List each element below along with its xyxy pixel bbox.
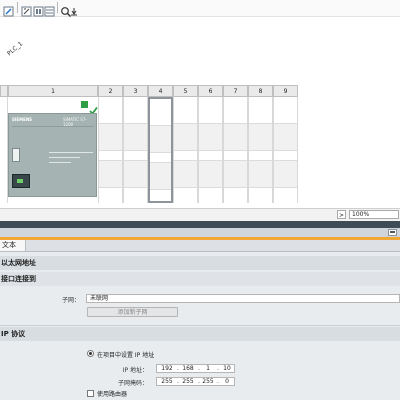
editor-toolbar: [0, 0, 400, 17]
use-router-checkbox[interactable]: [87, 390, 94, 397]
zoom-level-field[interactable]: 100%: [349, 210, 399, 219]
set-ip-in-project-label: 在项目中设置 IP 地址: [97, 352, 155, 359]
cpu-brand: SIEMENS: [12, 117, 33, 122]
rack-column-header[interactable]: 2: [98, 85, 123, 97]
edit-icon[interactable]: [3, 2, 15, 17]
ip-address-field[interactable]: 192 . 168 . 1 . 10: [156, 364, 235, 373]
cpu-status-leds: [12, 148, 20, 162]
rack-slot[interactable]: [198, 97, 223, 203]
mask-octet-4[interactable]: 0: [218, 378, 236, 386]
section-ip-protocol[interactable]: IP 协议: [0, 327, 400, 341]
rack-slot[interactable]: [223, 97, 248, 203]
rack-column-header[interactable]: 8: [248, 85, 273, 97]
rack-column-header[interactable]: 4: [148, 85, 173, 97]
inspector-tab-bar: [0, 228, 400, 237]
ip-octet-2[interactable]: 168: [179, 365, 197, 373]
tab-text[interactable]: 文本: [0, 240, 26, 251]
subnet-mask-label: 子网掩码：: [117, 380, 148, 387]
ethernet-port-icon[interactable]: [12, 174, 30, 188]
add-new-subnet-button[interactable]: 添加新子网: [87, 307, 178, 317]
toolbar-separator: [57, 2, 58, 13]
inspector-properties: 以太网地址 接口连接到 子网： 未联网 添加新子网 IP 协议 在项目中设置 I…: [0, 252, 400, 400]
rack-column-header[interactable]: 9: [273, 85, 298, 97]
rack-slot[interactable]: [123, 97, 148, 203]
inspector-dock-icon[interactable]: [388, 229, 397, 236]
subnet-mask-field[interactable]: 255 . 255 . 255 . 0: [156, 377, 235, 386]
rack-slot[interactable]: [173, 97, 198, 203]
mask-octet-3[interactable]: 255: [199, 378, 217, 386]
set-ip-in-project-radio[interactable]: [87, 350, 94, 357]
rack-slot[interactable]: [248, 97, 273, 203]
ip-octet-1[interactable]: 192: [158, 365, 176, 373]
subnet-label: 子网：: [61, 297, 80, 304]
section-ethernet-address[interactable]: 以太网地址: [0, 256, 400, 270]
rack-column-header[interactable]: 3: [123, 85, 148, 97]
rack-column-header[interactable]: 1: [8, 85, 98, 97]
section-interface[interactable]: 接口连接到: [0, 272, 400, 286]
online-status-icon: [81, 101, 88, 108]
toolbar-separator: [17, 2, 18, 13]
ip-address-label: IP 地址：: [122, 367, 148, 374]
device-view-icon[interactable]: [21, 2, 33, 17]
inspector-subtabs: 文本: [0, 240, 400, 252]
rack-left-rail: [0, 97, 8, 203]
rack-header-corner: [0, 85, 8, 97]
cpu-module[interactable]: SIEMENS SIMATIC S7-1200: [8, 113, 97, 197]
mask-octet-2[interactable]: 255: [179, 378, 197, 386]
rack-column-header[interactable]: 6: [198, 85, 223, 97]
rack-slot[interactable]: [98, 97, 123, 203]
rack-slot-selected[interactable]: [148, 97, 173, 203]
topology-view-icon[interactable]: [44, 2, 56, 17]
rack-column-header[interactable]: 5: [173, 85, 198, 97]
rack-slot[interactable]: [273, 97, 298, 203]
ip-octet-3[interactable]: 1: [199, 365, 217, 373]
rack-column-header[interactable]: 7: [223, 85, 248, 97]
subnet-select[interactable]: 未联网: [86, 294, 400, 303]
ip-octet-4[interactable]: 10: [218, 365, 236, 373]
zoom-step-icon[interactable]: [70, 2, 78, 16]
mask-octet-1[interactable]: 255: [158, 378, 176, 386]
zoom-bar: > 100%: [0, 208, 400, 221]
zoom-arrow-button[interactable]: >: [337, 210, 346, 219]
inspector-title-bar: [0, 221, 400, 228]
cpu-label-area: [49, 150, 93, 166]
use-router-label: 使用路由器: [97, 391, 128, 398]
